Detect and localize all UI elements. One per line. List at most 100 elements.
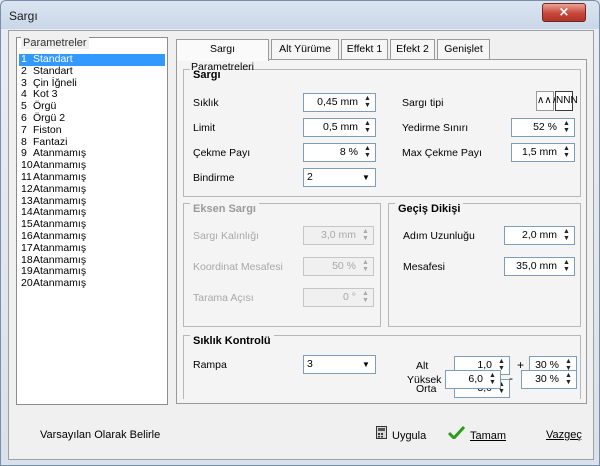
set-default-button[interactable]: Varsayılan Olarak Belirle [40,426,160,444]
limit-spinner[interactable]: 0,5 mm ▲ ▼ [303,118,376,137]
limit-label: Limit [193,122,216,134]
list-item-label: Atanmamış [33,147,87,160]
down-arrow-icon[interactable]: ▼ [560,266,573,273]
down-arrow-icon[interactable]: ▼ [560,127,573,134]
list-item-label: Standart [33,64,73,77]
down-arrow-icon[interactable]: ▼ [560,235,573,242]
up-arrow-icon[interactable]: ▲ [560,228,573,235]
down-arrow-icon[interactable]: ▼ [359,266,372,273]
list-item-number: 11 [21,170,32,183]
chevron-down-icon[interactable]: ▼ [358,170,374,185]
list-item-number: 2 [21,64,27,77]
yuksek-label: Yüksek [407,374,442,386]
spin-arrows[interactable]: ▲ ▼ [562,372,575,387]
list-item-label: Atanmamış [33,241,87,254]
list-item[interactable]: 20Atanmamış [19,277,165,290]
checkmark-icon [447,425,466,445]
up-arrow-icon[interactable]: ▲ [359,228,372,235]
list-item-label: Atanmamış [33,253,87,266]
siklik-kontrolu-group-title: Sıklık Kontrolü [190,335,274,347]
bindirme-select[interactable]: 2 ▼ [303,168,376,187]
up-arrow-icon[interactable]: ▲ [560,259,573,266]
apply-button[interactable]: Uygula [376,426,426,444]
up-arrow-icon[interactable]: ▲ [486,372,499,379]
up-arrow-icon[interactable]: ▲ [562,372,575,379]
tab-alt-yurume[interactable]: Alt Yürüme [271,39,339,59]
spin-arrows[interactable]: ▲ ▼ [560,228,573,243]
down-arrow-icon[interactable]: ▼ [361,152,374,159]
list-item-label: Fantazi [33,135,68,148]
sargi-tipi-label: Sargı tipi [402,97,444,109]
sargi-group: Sargı Sıklık 0,45 mm ▲▼ Limit 0,5 mm ▲▼ … [183,69,581,197]
window-title: Sargı [9,9,38,23]
rampa-select[interactable]: 3 ▼ [303,355,376,374]
ok-button[interactable]: Tamam [447,425,506,445]
spin-arrows[interactable]: ▲ ▼ [359,228,372,243]
spin-arrows[interactable]: ▲ ▼ [486,372,499,387]
stitch-zigzag-icon[interactable]: ∧∧∧ [536,91,559,111]
down-arrow-icon[interactable]: ▼ [361,127,374,134]
list-item-number: 12 [21,182,33,195]
stitch-nnn-icon[interactable]: NNN [555,91,578,111]
sargi-kalinligi-spinner[interactable]: 3,0 mm ▲ ▼ [303,226,374,245]
tab-effekt-1[interactable]: Effekt 1 [341,39,388,59]
up-arrow-icon[interactable]: ▲ [361,95,374,102]
down-arrow-icon[interactable]: ▼ [361,102,374,109]
spin-arrows[interactable]: ▲ ▼ [359,290,372,305]
up-arrow-icon[interactable]: ▲ [359,259,372,266]
koordinat-mesafesi-spinner[interactable]: 50 % ▲ ▼ [303,257,374,276]
title-bar[interactable]: Sargı × [1,1,599,29]
up-arrow-icon[interactable]: ▲ [361,120,374,127]
list-item-label: Atanmamış [33,265,87,278]
mesafesi-spinner[interactable]: 35,0 mm ▲ ▼ [504,257,575,276]
yuksek-spinner[interactable]: 6,0 ▲ ▼ [445,370,501,389]
tarama-acisi-spinner[interactable]: 0 ° ▲ ▼ [303,288,374,307]
yuksek-percent-spinner[interactable]: 30 % ▲ ▼ [521,370,577,389]
yedirme-siniri-label: Yedirme Sınırı [402,122,469,134]
yedirme-siniri-spinner[interactable]: 52 % ▲ ▼ [511,118,575,137]
tarama-acisi-value: 0 ° [343,291,356,303]
max-cekme-payi-spinner[interactable]: 1,5 mm ▲ ▼ [511,143,575,162]
down-arrow-icon[interactable]: ▼ [495,388,508,395]
dialog-window: Sargı × Parametreler 1 Standart 2 Standart 3… [0,0,600,466]
up-arrow-icon[interactable]: ▲ [560,120,573,127]
tab-sargi-parametreleri[interactable]: Sargı Parametreleri [176,39,269,73]
adim-uzunlugu-label: Adım Uzunluğu [403,230,475,242]
bindirme-label: Bindirme [193,172,235,184]
apply-label: Uygula [392,430,427,442]
down-arrow-icon[interactable]: ▼ [560,152,573,159]
up-arrow-icon[interactable]: ▲ [495,358,508,365]
up-arrow-icon[interactable]: ▲ [361,145,374,152]
yuksek-value: 6,0 [468,373,483,385]
adim-uzunlugu-spinner[interactable]: 2,0 mm ▲ ▼ [504,226,575,245]
up-arrow-icon[interactable]: ▲ [359,290,372,297]
spin-arrows[interactable]: ▲ ▼ [359,259,372,274]
list-item-label: Örgü [33,100,57,113]
spin-arrows[interactable]: ▲ ▼ [560,259,573,274]
up-arrow-icon[interactable]: ▲ [560,145,573,152]
spin-arrows[interactable]: ▲ ▼ [560,145,573,160]
sargi-kalinligi-value: 3,0 mm [320,229,356,241]
minus-operator: - [509,371,513,385]
down-arrow-icon[interactable]: ▼ [359,297,372,304]
down-arrow-icon[interactable]: ▼ [486,379,499,386]
parameters-list[interactable]: 1 Standart 2 Standart 3 Çin İğneli 4 Kot 3 5 Örgü… [19,53,165,290]
up-arrow-icon[interactable]: ▲ [562,358,575,365]
tab-efekt-2[interactable]: Efekt 2 [390,39,435,59]
list-item-label: Atanmamış [33,218,87,231]
spin-arrows[interactable]: ▲ ▼ [361,120,374,135]
spin-arrows[interactable]: ▲ ▼ [560,120,573,135]
close-button[interactable]: × [542,3,586,22]
tarama-acisi-label: Tarama Açısı [193,292,254,304]
cekme-payi-spinner[interactable]: 8 % ▲ ▼ [303,143,376,162]
siklik-spinner[interactable]: 0,45 mm ▲ ▼ [303,93,376,112]
chevron-down-icon[interactable]: ▼ [358,357,374,372]
parameters-list-frame: Parametreler 1 Standart 2 Standart 3 Çin İğne… [16,37,168,405]
siklik-label: Sıklık [193,97,219,109]
down-arrow-icon[interactable]: ▼ [359,235,372,242]
cancel-button[interactable]: Vazgeç [546,426,582,444]
tab-genislet[interactable]: Genişlet [437,39,490,59]
down-arrow-icon[interactable]: ▼ [562,379,575,386]
spin-arrows[interactable]: ▲ ▼ [361,145,374,160]
spin-arrows[interactable]: ▲ ▼ [361,95,374,110]
